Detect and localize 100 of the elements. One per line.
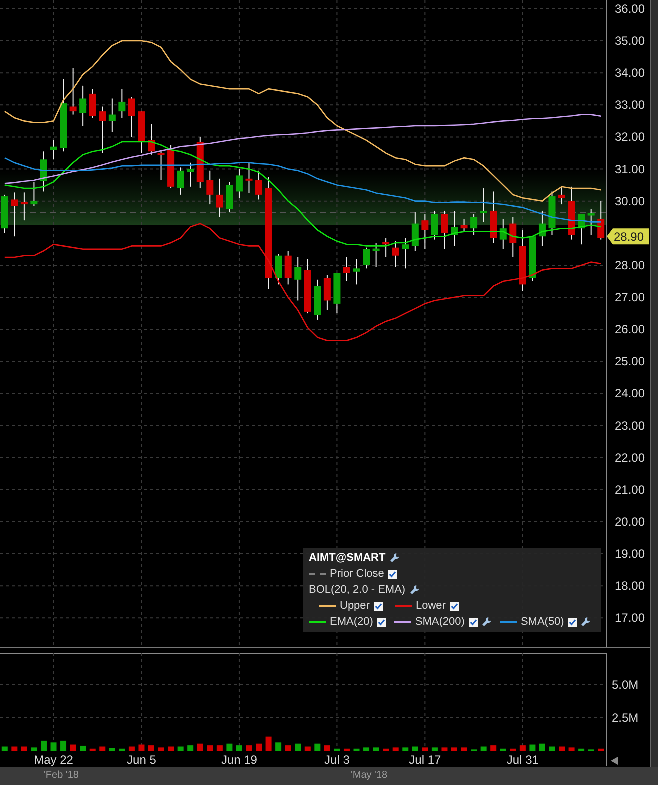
volume-bar [266, 736, 272, 751]
candle [236, 168, 243, 199]
candle [510, 216, 517, 258]
volume-bar [31, 748, 38, 751]
volume-bar [402, 748, 409, 751]
indicator-label: BOL(20, 2.0 - EMA) [309, 584, 406, 596]
candle [275, 254, 282, 286]
volume-bar [109, 748, 116, 751]
candle [343, 256, 350, 282]
legend-label: SMA(50) [520, 616, 564, 628]
volume-bar [128, 746, 135, 751]
volume-bar [383, 748, 390, 751]
candle [500, 218, 507, 250]
legend-label: EMA(20) [330, 616, 374, 628]
candle [177, 167, 184, 196]
volume-bar [520, 746, 526, 751]
volume-bar [364, 748, 370, 751]
candle [108, 98, 116, 133]
checkbox[interactable] [374, 602, 383, 610]
candle [519, 230, 526, 292]
candle [216, 178, 224, 218]
volume-bar [12, 746, 18, 751]
candle [89, 88, 96, 118]
candle [441, 210, 448, 250]
candle [334, 272, 341, 314]
volume-bar [578, 748, 585, 751]
checkbox[interactable] [377, 618, 386, 626]
volume-bar [373, 748, 380, 751]
volume-bar [344, 748, 350, 751]
candle [50, 140, 58, 160]
checkbox[interactable] [568, 618, 578, 626]
price-axis-label: 21.00 [615, 482, 646, 497]
volume-bar [2, 746, 8, 751]
wrench-icon[interactable] [390, 553, 400, 563]
candle [30, 182, 38, 207]
candle [128, 96, 136, 138]
candle [40, 151, 48, 192]
volume-bar [461, 748, 468, 751]
price-axis-label: 19.00 [615, 547, 646, 562]
price-axis-label: 17.00 [615, 611, 646, 626]
candle [538, 210, 546, 247]
legend-label: Lower [416, 600, 446, 612]
scrollbar[interactable] [650, 0, 658, 767]
candle [431, 210, 438, 240]
volume-bar [188, 746, 194, 751]
candle [118, 88, 126, 118]
candle [256, 170, 263, 200]
candle [558, 186, 566, 206]
price-axis-label: 23.00 [615, 418, 646, 433]
volume-bar [334, 748, 340, 751]
candle [588, 208, 595, 236]
volume-bar [168, 746, 174, 751]
candle [392, 240, 400, 268]
volume-bar [568, 748, 575, 751]
candle [451, 210, 458, 247]
volume-bar [50, 742, 57, 751]
symbol-label: AIMT@SMART [309, 552, 386, 564]
candle [470, 214, 478, 236]
candle [529, 236, 536, 282]
candle [490, 191, 498, 244]
volume-bar [549, 746, 556, 751]
left-arrow-icon[interactable] [611, 757, 618, 765]
candle [460, 218, 468, 232]
price-axis-label: 22.00 [615, 450, 646, 465]
candle [294, 256, 302, 302]
price-axis-label: 36.00 [615, 2, 646, 16]
candle [148, 124, 155, 156]
volume-bar [158, 748, 164, 751]
volume-bar [90, 748, 96, 751]
price-axis-label: 20.00 [615, 514, 646, 529]
candle [168, 144, 175, 190]
timeline-label: 'May '18 [350, 770, 388, 782]
candle [20, 192, 28, 222]
navigator-strip[interactable]: 'Feb '18 'May '18 [0, 767, 658, 785]
volume-bar [148, 746, 154, 751]
volume-bar [60, 740, 67, 751]
price-axis-label: 24.00 [615, 386, 646, 401]
price-axis-label: 27.00 [615, 290, 646, 305]
wrench-icon[interactable] [410, 585, 420, 595]
wrench-icon[interactable] [581, 617, 592, 627]
legend-label: Upper [340, 600, 370, 612]
candle [206, 170, 214, 206]
candle [226, 182, 234, 214]
checkbox[interactable] [468, 618, 478, 626]
candle [548, 191, 556, 236]
candle [324, 274, 331, 311]
volume-bar [432, 748, 438, 751]
volume-bar [295, 744, 302, 751]
checkbox[interactable] [450, 602, 459, 610]
checkbox[interactable] [388, 570, 398, 578]
wrench-icon[interactable] [482, 617, 492, 627]
volume-bar [256, 744, 262, 751]
volume-bar [314, 744, 321, 751]
volume-bar [304, 746, 311, 751]
price-axis-label: 34.00 [615, 66, 646, 80]
candle [353, 258, 360, 286]
volume-axis-label: 2.5M [612, 710, 639, 725]
volume-bar [226, 744, 233, 751]
volume-bar [442, 748, 448, 751]
candle [246, 162, 253, 194]
